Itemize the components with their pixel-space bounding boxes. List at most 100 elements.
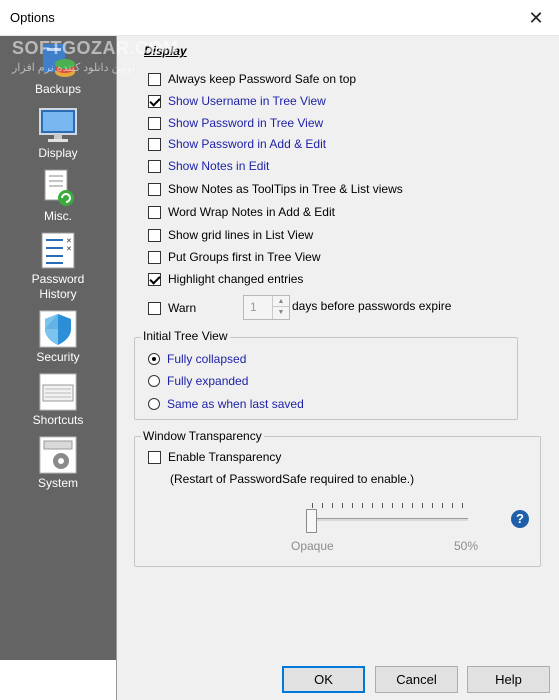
svg-text:✕: ✕ (66, 246, 72, 253)
close-icon[interactable]: ✕ (513, 0, 559, 36)
option-grid-lines[interactable]: Show grid lines in List View (148, 226, 313, 244)
restart-note: (Restart of PasswordSafe required to ena… (170, 472, 415, 486)
option-highlight-changed[interactable]: Highlight changed entries (148, 270, 303, 288)
checkbox[interactable] (148, 250, 161, 264)
category-sidebar: Backups Display Misc. ✕ ✕ Password Histo… (0, 36, 116, 660)
checkbox[interactable] (148, 159, 161, 173)
option-label: Show Password in Add & Edit (168, 137, 327, 151)
slider-tick (422, 503, 423, 508)
checkbox[interactable] (148, 94, 161, 108)
radio-label: Fully expanded (167, 374, 249, 388)
sidebar-item-label: System (37, 476, 78, 490)
option-always-on-top[interactable]: Always keep Password Safe on top (148, 70, 356, 88)
radio-button[interactable] (148, 398, 160, 410)
radio-label: Same as when last saved (167, 397, 304, 411)
password-history-icon: ✕ ✕ (41, 232, 75, 269)
radio-same-as-last-saved[interactable]: Same as when last saved (148, 395, 304, 413)
sidebar-item-password-history[interactable]: ✕ ✕ Password History (0, 232, 116, 302)
option-show-password-edit[interactable]: Show Password in Add & Edit (148, 135, 326, 153)
radio-button[interactable] (148, 353, 160, 365)
sidebar-item-security[interactable]: Security (0, 310, 116, 365)
slider-track[interactable] (311, 518, 468, 521)
checkbox[interactable] (148, 272, 161, 286)
option-show-notes-edit[interactable]: Show Notes in Edit (148, 157, 269, 175)
slider-tick (342, 503, 343, 508)
slider-thumb[interactable] (306, 509, 317, 533)
checkbox[interactable] (148, 301, 161, 315)
checkbox[interactable] (148, 116, 161, 130)
checkbox[interactable] (148, 72, 161, 86)
slider-tick (412, 503, 413, 508)
section-title: Display (144, 44, 187, 58)
option-label: Show grid lines in List View (168, 228, 314, 242)
title-bar: Options ✕ (0, 0, 559, 36)
option-groups-first[interactable]: Put Groups first in Tree View (148, 248, 321, 266)
option-label: Highlight changed entries (168, 272, 304, 286)
option-notes-tooltips[interactable]: Show Notes as ToolTips in Tree & List vi… (148, 180, 403, 198)
radio-fully-collapsed[interactable]: Fully collapsed (148, 350, 246, 368)
slider-tick (392, 503, 393, 508)
radio-button[interactable] (148, 375, 160, 387)
monitor-icon (39, 108, 77, 142)
checkbox[interactable] (148, 450, 161, 464)
option-label: Word Wrap Notes in Add & Edit (168, 205, 335, 219)
sidebar-item-display[interactable]: Display (0, 106, 116, 161)
ok-button[interactable]: OK (282, 666, 365, 693)
option-label: Always keep Password Safe on top (168, 72, 357, 86)
sidebar-item-shortcuts[interactable]: Shortcuts (0, 373, 116, 428)
svg-text:✕: ✕ (66, 238, 72, 245)
slider-tick (442, 503, 443, 508)
window-title: Options (10, 10, 55, 25)
option-label: Enable Transparency (168, 450, 282, 464)
option-show-username[interactable]: Show Username in Tree View (148, 92, 326, 110)
option-word-wrap[interactable]: Word Wrap Notes in Add & Edit (148, 203, 335, 221)
checkbox[interactable] (148, 137, 161, 151)
checkbox[interactable] (148, 182, 161, 196)
slider-tick (452, 503, 453, 508)
option-label: Show Notes as ToolTips in Tree & List vi… (168, 182, 403, 196)
option-warn[interactable]: Warn (148, 299, 196, 317)
option-label: Show Notes in Edit (168, 159, 270, 173)
sidebar-item-label: Display (38, 146, 78, 160)
slider-max-label: 50% (454, 539, 479, 553)
warn-days-stepper[interactable]: 1 ▲ ▼ (243, 295, 290, 320)
help-icon[interactable]: ? (511, 510, 529, 528)
system-icon (39, 436, 77, 474)
radio-fully-expanded[interactable]: Fully expanded (148, 372, 248, 390)
option-label: Put Groups first in Tree View (168, 250, 321, 264)
slider-tick (362, 503, 363, 508)
slider-tick (332, 503, 333, 508)
slider-min-label: Opaque (291, 539, 334, 553)
slider-tick (432, 503, 433, 508)
option-show-password-tree[interactable]: Show Password in Tree View (148, 114, 323, 132)
sidebar-item-label: Shortcuts (32, 413, 84, 427)
warn-days-suffix: days before passwords expire (292, 299, 452, 313)
stepper-up-icon[interactable]: ▲ (273, 296, 289, 307)
sidebar-item-label: Security (36, 350, 80, 364)
cancel-button[interactable]: Cancel (375, 666, 458, 693)
slider-tick (402, 503, 403, 508)
slider-tick (462, 503, 463, 508)
backups-icon (43, 44, 75, 77)
slider-tick (312, 503, 313, 508)
option-label: Show Password in Tree View (168, 116, 324, 130)
checkbox[interactable] (148, 205, 161, 219)
slider-tick (372, 503, 373, 508)
sidebar-item-system[interactable]: System (0, 436, 116, 491)
stepper-buttons: ▲ ▼ (272, 296, 289, 319)
sidebar-item-label: History (39, 287, 77, 301)
sidebar-item-label: Backups (34, 82, 82, 96)
sidebar-item-label: Misc. (44, 209, 72, 223)
group-title: Window Transparency (141, 429, 264, 443)
warn-days-value[interactable]: 1 (244, 296, 272, 319)
option-enable-transparency[interactable]: Enable Transparency (148, 448, 281, 466)
stepper-down-icon[interactable]: ▼ (273, 307, 289, 318)
sidebar-item-backups[interactable]: Backups (0, 42, 116, 97)
sidebar-item-label: Password (31, 272, 85, 286)
help-button[interactable]: Help (467, 666, 550, 693)
radio-label: Fully collapsed (167, 352, 247, 366)
checkbox[interactable] (148, 228, 161, 242)
keyboard-icon (39, 373, 77, 411)
option-label: Show Username in Tree View (168, 94, 326, 108)
sidebar-item-misc[interactable]: Misc. (0, 169, 116, 224)
